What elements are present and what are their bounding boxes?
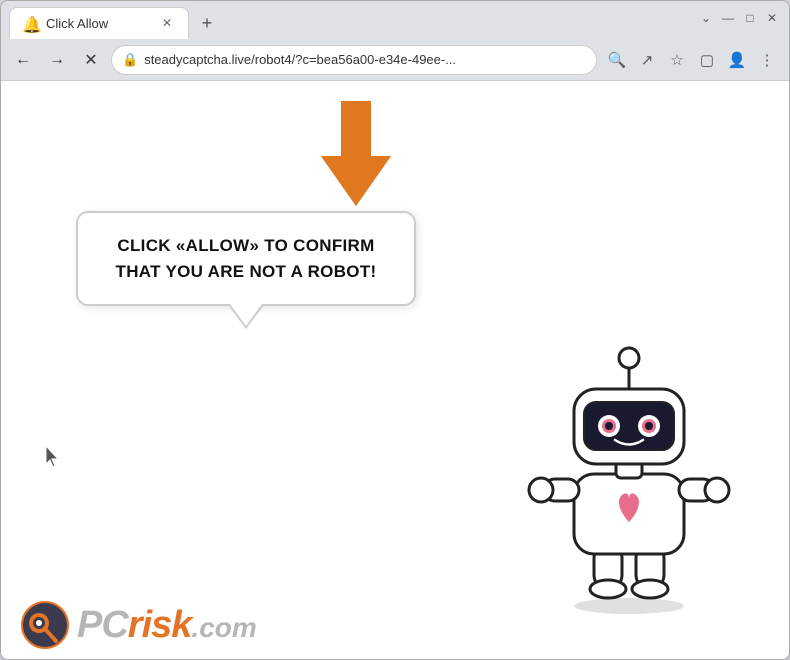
page-content: CLICK «ALLOW» TO CONFIRM THAT YOU ARE NO… [1,81,789,659]
tab-strip: 🔔 Click Allow ✕ + [9,1,689,39]
lock-icon: 🔒 [122,52,138,68]
search-toolbar-button[interactable]: 🔍 [603,46,631,74]
watermark-logo-icon [21,601,69,649]
mouse-cursor [46,446,58,464]
tab-search-icon[interactable]: ⌄ [697,9,715,27]
arrow-indicator [311,101,401,216]
window-controls: ⌄ — □ ✕ [697,9,781,27]
tab-title: Click Allow [46,16,150,31]
toolbar: ← → ✕ 🔒 steadycaptcha.live/robot4/?c=bea… [1,39,789,81]
bookmark-button[interactable]: ☆ [663,46,691,74]
watermark: PCrisk.com [21,601,257,649]
reload-button[interactable]: ✕ [77,46,105,74]
robot-illustration [519,334,739,619]
menu-button[interactable]: ⋮ [753,46,781,74]
watermark-pc: PC [77,604,128,647]
watermark-risk: risk [128,604,192,647]
profile-button[interactable]: 👤 [723,46,751,74]
minimize-button[interactable]: — [719,9,737,27]
address-bar[interactable]: 🔒 steadycaptcha.live/robot4/?c=bea56a00-… [111,45,597,75]
toolbar-icons: 🔍 ↗ ☆ ▢ 👤 ⋮ [603,46,781,74]
robot-svg [519,334,739,614]
title-bar: 🔔 Click Allow ✕ + ⌄ — □ ✕ [1,1,789,39]
tab-favicon-icon: 🔔 [22,15,38,31]
split-view-button[interactable]: ▢ [693,46,721,74]
back-button[interactable]: ← [9,46,37,74]
speech-bubble: CLICK «ALLOW» TO CONFIRM THAT YOU ARE NO… [76,211,416,306]
browser-window: 🔔 Click Allow ✕ + ⌄ — □ ✕ ← → ✕ 🔒 steady… [0,0,790,660]
forward-button[interactable]: → [43,46,71,74]
watermark-text: PCrisk.com [77,604,257,647]
maximize-button[interactable]: □ [741,9,759,27]
speech-bubble-text: CLICK «ALLOW» TO CONFIRM THAT YOU ARE NO… [108,233,384,284]
share-button[interactable]: ↗ [633,46,661,74]
tab-close-button[interactable]: ✕ [158,14,176,32]
new-tab-button[interactable]: + [193,9,221,37]
close-window-button[interactable]: ✕ [763,9,781,27]
watermark-domain: .com [191,612,256,644]
url-text: steadycaptcha.live/robot4/?c=bea56a00-e3… [144,52,586,67]
active-tab[interactable]: 🔔 Click Allow ✕ [9,7,189,39]
